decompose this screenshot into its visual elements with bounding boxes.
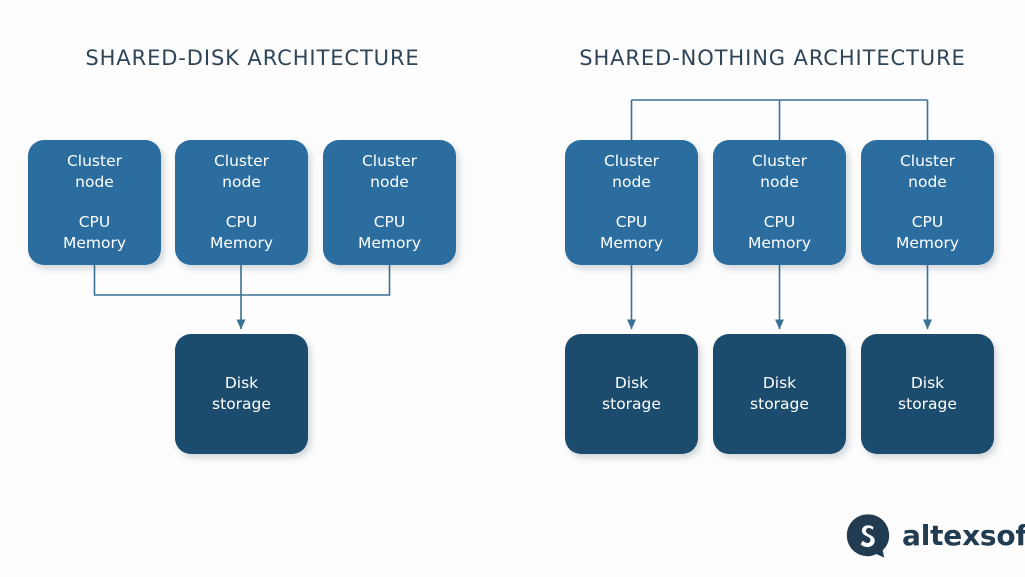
cluster-node-box[interactable]: Cluster node CPU Memory <box>565 140 698 265</box>
cluster-node-title-line2: node <box>370 173 409 191</box>
disk-storage-line2: storage <box>602 395 661 413</box>
diagram-canvas: SHARED-DISK ARCHITECTURE SHARED-NOTHING … <box>0 0 1025 577</box>
altexsoft-logo: altexsoft <box>845 506 1025 566</box>
cluster-node-title-line2: node <box>222 173 261 191</box>
cluster-node-memory-label: Memory <box>357 234 422 252</box>
cluster-node-title-line1: Cluster <box>66 152 122 170</box>
cluster-node-title-line1: Cluster <box>361 152 417 170</box>
cluster-node-cpu-label: CPU <box>373 213 406 231</box>
cluster-node-title-line2: node <box>75 173 114 191</box>
disk-storage-line2: storage <box>898 395 957 413</box>
cluster-node-box[interactable]: Cluster node CPU Memory <box>861 140 994 265</box>
cluster-node-cpu-label: CPU <box>78 213 111 231</box>
disk-storage-box[interactable]: Disk storage <box>175 334 308 454</box>
cluster-node-title-line1: Cluster <box>751 152 807 170</box>
cluster-node-title-line1: Cluster <box>603 152 659 170</box>
altexsoft-speech-bubble-s-mark <box>846 514 890 558</box>
cluster-node-box[interactable]: Cluster node CPU Memory <box>28 140 161 265</box>
shared-disk-title: SHARED-DISK ARCHITECTURE <box>85 46 420 70</box>
cluster-node-title-line2: node <box>612 173 651 191</box>
disk-storage-line1: Disk <box>910 374 945 392</box>
disk-storage-line1: Disk <box>614 374 649 392</box>
disk-storage-box[interactable]: Disk storage <box>713 334 846 454</box>
cluster-node-memory-label: Memory <box>747 234 812 252</box>
cluster-node-cpu-label: CPU <box>911 213 944 231</box>
cluster-node-cpu-label: CPU <box>615 213 648 231</box>
connector-lines <box>93 99 932 330</box>
cluster-node-title-line2: node <box>908 173 947 191</box>
disk-storage-line1: Disk <box>762 374 797 392</box>
cluster-node-memory-label: Memory <box>599 234 664 252</box>
cluster-node-title-line1: Cluster <box>213 152 269 170</box>
disk-storage-box[interactable]: Disk storage <box>565 334 698 454</box>
cluster-node-memory-label: Memory <box>895 234 960 252</box>
cluster-node-title-line1: Cluster <box>899 152 955 170</box>
disk-storage-line1: Disk <box>224 374 259 392</box>
cluster-node-box[interactable]: Cluster node CPU Memory <box>323 140 456 265</box>
disk-storage-box[interactable]: Disk storage <box>861 334 994 454</box>
cluster-node-box[interactable]: Cluster node CPU Memory <box>713 140 846 265</box>
disk-storage-line2: storage <box>212 395 271 413</box>
cluster-node-memory-label: Memory <box>62 234 127 252</box>
cluster-node-box[interactable]: Cluster node CPU Memory <box>175 140 308 265</box>
shared-nothing-title: SHARED-NOTHING ARCHITECTURE <box>579 46 966 70</box>
cluster-node-title-line2: node <box>760 173 799 191</box>
shared-disk-wires <box>93 265 391 330</box>
cluster-node-memory-label: Memory <box>209 234 274 252</box>
cluster-node-cpu-label: CPU <box>763 213 796 231</box>
cluster-node-cpu-label: CPU <box>225 213 258 231</box>
disk-storage-line2: storage <box>750 395 809 413</box>
altexsoft-wordmark: altexsoft <box>902 519 1025 552</box>
